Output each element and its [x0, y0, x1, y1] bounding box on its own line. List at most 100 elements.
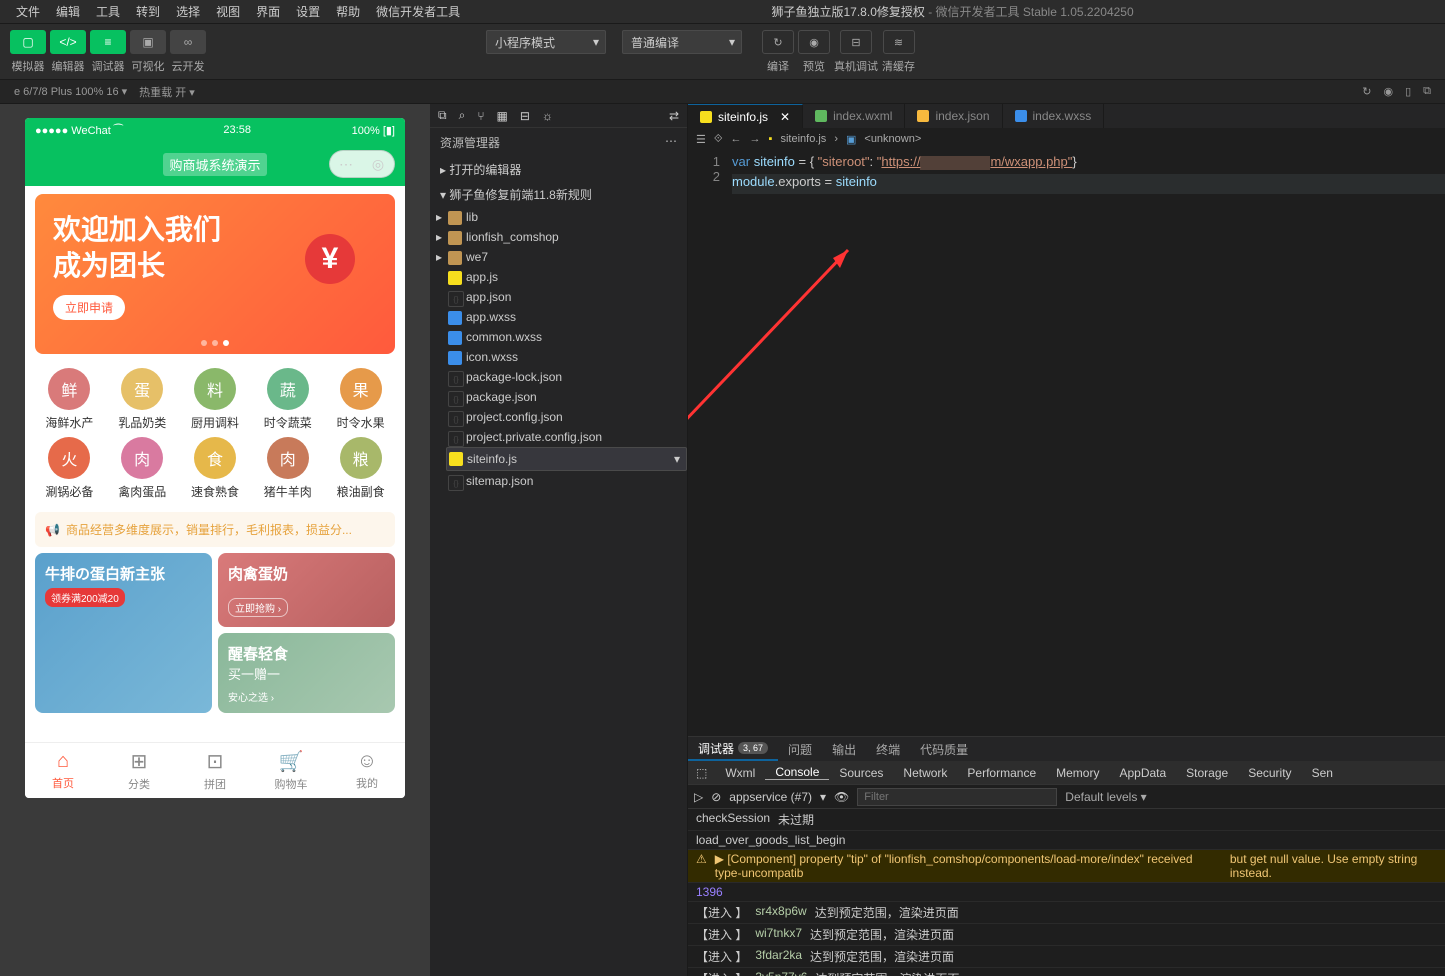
- clear-icon[interactable]: ⊘: [711, 790, 721, 804]
- category-item[interactable]: 肉禽肉蛋品: [108, 437, 177, 500]
- hero-banner[interactable]: 欢迎加入我们成为团长 立即申请 ¥: [35, 194, 395, 354]
- menu-帮助[interactable]: 帮助: [328, 3, 368, 20]
- play-icon[interactable]: ▷: [694, 790, 703, 804]
- mode-select[interactable]: 小程序模式: [486, 30, 606, 54]
- ext-icon[interactable]: ▦: [497, 109, 508, 123]
- panel-icon[interactable]: ⊟: [520, 109, 530, 123]
- devtools-tab[interactable]: Sources: [829, 766, 893, 780]
- open-editors-section[interactable]: 打开的编辑器: [430, 157, 687, 182]
- back-icon[interactable]: ←: [731, 133, 742, 145]
- debugger-tab[interactable]: 问题: [778, 737, 822, 761]
- visual-button[interactable]: ▣可视化: [130, 30, 166, 74]
- hotreload-toggle[interactable]: 热重载 开 ▾: [133, 84, 201, 100]
- devtools-tab[interactable]: Sen: [1302, 766, 1343, 780]
- promo-meat[interactable]: 肉禽蛋奶立即抢购 ›: [218, 553, 395, 627]
- category-item[interactable]: 蛋乳品奶类: [108, 368, 177, 431]
- editor-tab[interactable]: index.wxss: [1003, 104, 1105, 128]
- devtools-tab[interactable]: Network: [893, 766, 957, 780]
- tree-node[interactable]: app.json: [446, 287, 687, 307]
- tree-node[interactable]: lib: [446, 207, 687, 227]
- bc-icon[interactable]: ☰: [696, 133, 706, 146]
- menu-选择[interactable]: 选择: [168, 3, 208, 20]
- devtools-tab[interactable]: Storage: [1176, 766, 1238, 780]
- tree-node[interactable]: app.js: [446, 267, 687, 287]
- device-select[interactable]: e 6/7/8 Plus 100% 16 ▾: [8, 85, 133, 98]
- clear-cache-button[interactable]: ≋清缓存: [882, 30, 915, 74]
- git-icon[interactable]: ⑂: [477, 109, 484, 123]
- devtools-tab[interactable]: Performance: [957, 766, 1046, 780]
- record-icon[interactable]: ◉: [1377, 85, 1399, 98]
- notice-bar[interactable]: 商品经营多维度展示，销量排行，毛利报表，损益分...: [35, 512, 395, 547]
- menu-编辑[interactable]: 编辑: [48, 3, 88, 20]
- tab-item[interactable]: ⌂首页: [25, 743, 101, 798]
- devtools-tab[interactable]: AppData: [1109, 766, 1176, 780]
- simulator-button[interactable]: ▢模拟器: [10, 30, 46, 74]
- category-item[interactable]: 果时令水果: [326, 368, 395, 431]
- promo-steak[interactable]: 牛排の蛋白新主张领券满200减20: [35, 553, 212, 713]
- tree-node[interactable]: icon.wxss: [446, 347, 687, 367]
- search-icon[interactable]: ⌕: [459, 108, 466, 123]
- devtools-tab[interactable]: Console: [765, 765, 829, 780]
- apply-button[interactable]: 立即申请: [53, 295, 125, 320]
- menu-转到[interactable]: 转到: [128, 3, 168, 20]
- tab-item[interactable]: ⊡拼团: [177, 743, 253, 798]
- tree-node[interactable]: common.wxss: [446, 327, 687, 347]
- tab-item[interactable]: ⊞分类: [101, 743, 177, 798]
- debugger-tab[interactable]: 调试器3, 67: [688, 737, 778, 761]
- console-output[interactable]: checkSession未过期load_over_goods_list_begi…: [688, 809, 1445, 976]
- preview-button[interactable]: ◉预览: [798, 30, 830, 74]
- compile-select[interactable]: 普通编译: [622, 30, 742, 54]
- capsule-buttons[interactable]: ⋯◎: [329, 150, 395, 178]
- code-area[interactable]: 12 var siteinfo = { "siteroot": "https:/…: [688, 150, 1445, 736]
- tree-node[interactable]: siteinfo.js: [446, 447, 687, 471]
- more-icon[interactable]: ⋯: [665, 134, 677, 151]
- editor-tab[interactable]: index.wxml: [803, 104, 905, 128]
- bug-icon[interactable]: ☼: [542, 109, 553, 123]
- devtools-tab[interactable]: Security: [1238, 766, 1301, 780]
- tree-node[interactable]: we7: [446, 247, 687, 267]
- tree-node[interactable]: package-lock.json: [446, 367, 687, 387]
- debugger-tab[interactable]: 输出: [822, 737, 866, 761]
- popout-icon[interactable]: ⧉: [1417, 85, 1437, 98]
- tree-node[interactable]: project.private.config.json: [446, 427, 687, 447]
- tree-node[interactable]: lionfish_comshop: [446, 227, 687, 247]
- menu-微信开发者工具[interactable]: 微信开发者工具: [368, 3, 468, 20]
- tab-item[interactable]: 🛒购物车: [253, 743, 329, 798]
- remote-debug-button[interactable]: ⊟真机调试: [834, 30, 878, 74]
- levels-select[interactable]: Default levels ▾: [1065, 790, 1146, 804]
- editor-tab[interactable]: index.json: [905, 104, 1002, 128]
- refresh-icon[interactable]: ↻: [1356, 85, 1377, 98]
- filter-input[interactable]: [857, 788, 1057, 806]
- compile-button[interactable]: ↻编译: [762, 30, 794, 74]
- tab-item[interactable]: ☺我的: [329, 743, 405, 798]
- category-item[interactable]: 鲜海鲜水产: [35, 368, 104, 431]
- category-item[interactable]: 肉猪牛羊肉: [253, 437, 322, 500]
- swap-icon[interactable]: ⇄: [669, 109, 679, 123]
- category-item[interactable]: 粮粮油副食: [326, 437, 395, 500]
- category-item[interactable]: 蔬时令蔬菜: [253, 368, 322, 431]
- promo-spring[interactable]: 醒春轻食买一赠一安心之选 ›: [218, 633, 395, 713]
- context-select[interactable]: appservice (#7): [729, 790, 812, 804]
- cloud-button[interactable]: ∞云开发: [170, 30, 206, 74]
- tree-node[interactable]: app.wxss: [446, 307, 687, 327]
- devtools-tab[interactable]: Wxml: [715, 766, 765, 780]
- debugger-tab[interactable]: 代码质量: [910, 737, 978, 761]
- menu-文件[interactable]: 文件: [8, 3, 48, 20]
- eye-icon[interactable]: 👁: [834, 790, 849, 804]
- debugger-button[interactable]: ≡调试器: [90, 30, 126, 74]
- category-item[interactable]: 料厨用调料: [181, 368, 250, 431]
- category-item[interactable]: 火涮锅必备: [35, 437, 104, 500]
- category-item[interactable]: 食速食熟食: [181, 437, 250, 500]
- inspect-icon[interactable]: ⬚: [688, 766, 715, 780]
- forward-icon[interactable]: →: [750, 133, 761, 145]
- tree-node[interactable]: project.config.json: [446, 407, 687, 427]
- menu-界面[interactable]: 界面: [248, 3, 288, 20]
- debugger-tab[interactable]: 终端: [866, 737, 910, 761]
- editor-tab[interactable]: siteinfo.js✕: [688, 104, 803, 128]
- editor-button[interactable]: </>编辑器: [50, 30, 86, 74]
- devtools-tab[interactable]: Memory: [1046, 766, 1109, 780]
- project-section[interactable]: 狮子鱼修复前端11.8新规则: [430, 182, 687, 207]
- tree-node[interactable]: sitemap.json: [446, 471, 687, 491]
- menu-视图[interactable]: 视图: [208, 3, 248, 20]
- menu-设置[interactable]: 设置: [288, 3, 328, 20]
